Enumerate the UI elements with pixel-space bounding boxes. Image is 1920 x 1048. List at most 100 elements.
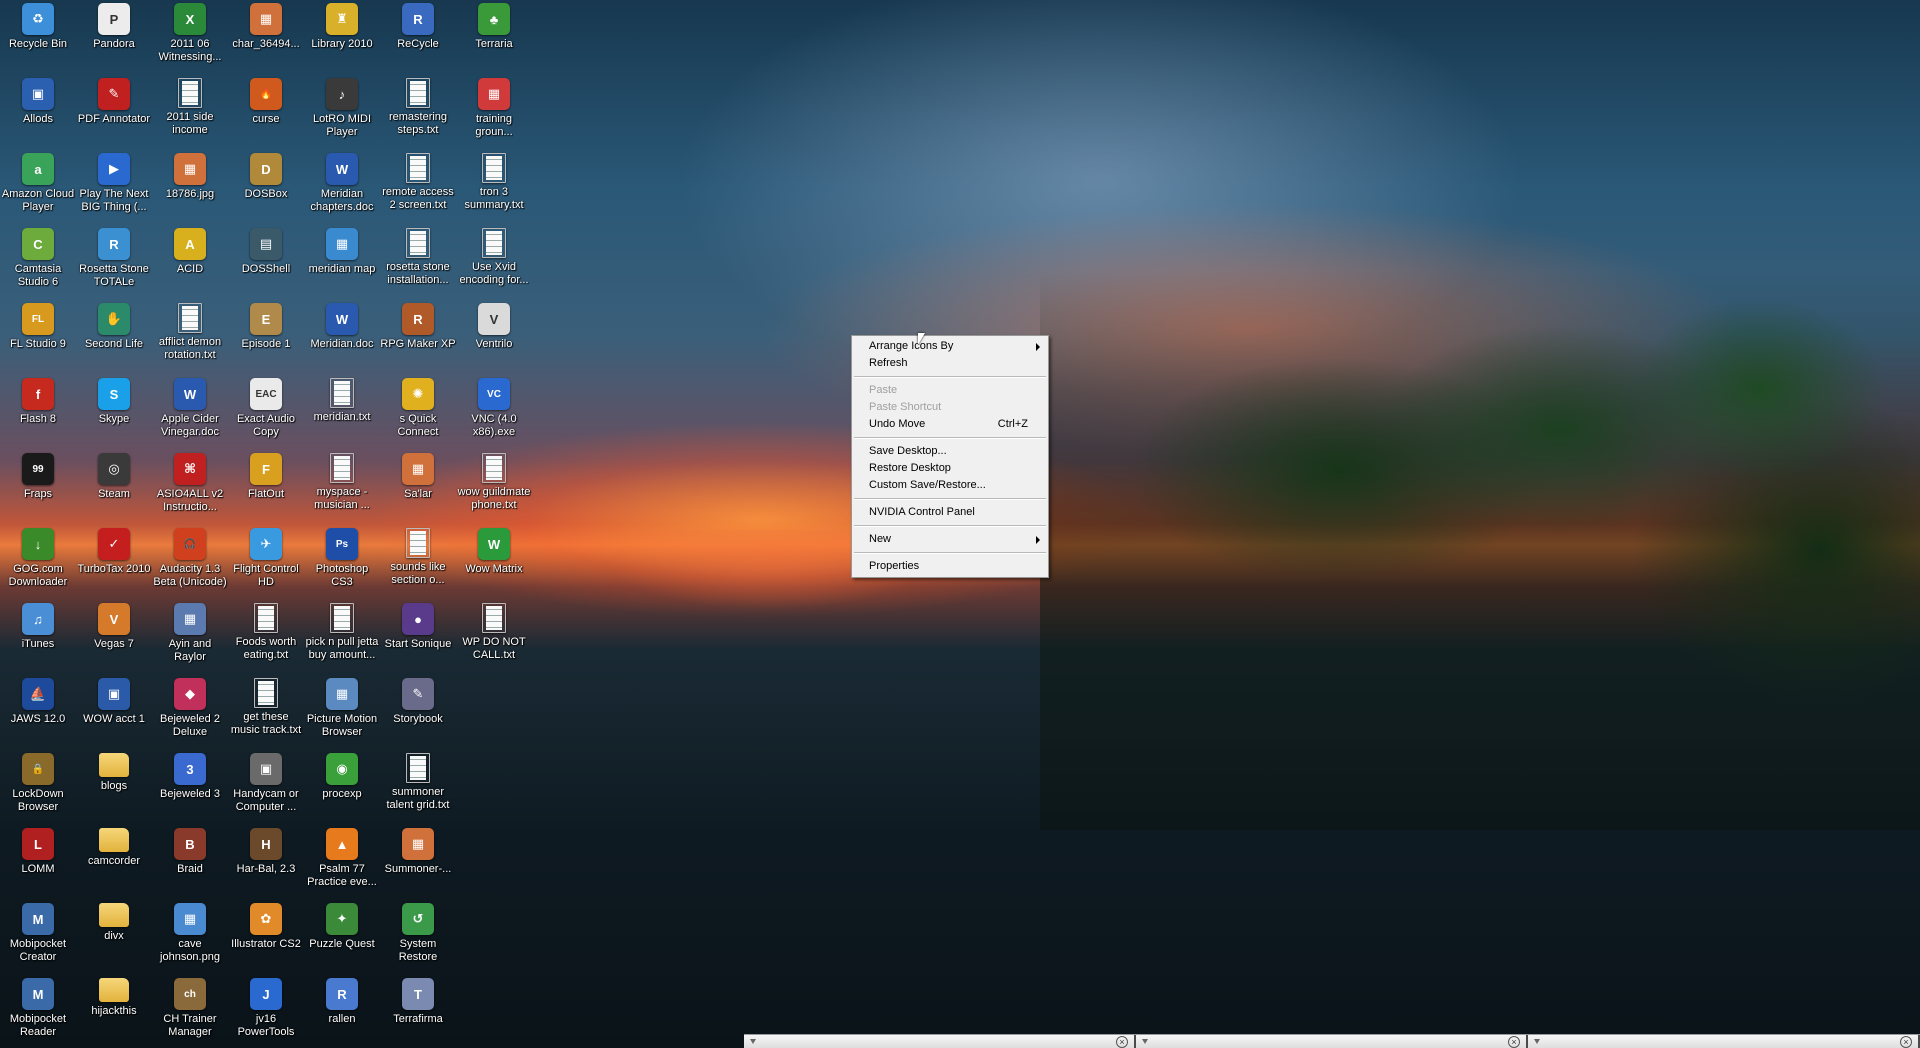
desktop-icon[interactable]: summoner talent grid.txt <box>380 753 456 812</box>
desktop-icon[interactable]: 🔥 curse <box>228 78 304 126</box>
desktop-icon[interactable]: ✺ s Quick Connect <box>380 378 456 439</box>
desktop-icon[interactable]: W Apple Cider Vinegar.doc <box>152 378 228 439</box>
desktop-icon[interactable]: Foods worth eating.txt <box>228 603 304 662</box>
desktop-icon[interactable]: P Pandora <box>76 3 152 51</box>
desktop-icon[interactable]: R RPG Maker XP <box>380 303 456 351</box>
desktop-icon[interactable]: ● Start Sonique <box>380 603 456 651</box>
desktop-icon[interactable]: pick n pull jetta buy amount... <box>304 603 380 662</box>
desktop-icon[interactable]: WP DO NOT CALL.txt <box>456 603 532 662</box>
desktop-icon[interactable]: W Meridian chapters.doc <box>304 153 380 214</box>
desktop-icon[interactable]: V Ventrilo <box>456 303 532 351</box>
desktop-icon[interactable]: ▦ 18786.jpg <box>152 153 228 201</box>
desktop-icon[interactable]: blogs <box>76 753 152 793</box>
desktop-icon[interactable]: ↺ System Restore <box>380 903 456 964</box>
desktop-icon[interactable]: ch CH Trainer Manager <box>152 978 228 1039</box>
desktop-icon[interactable]: ✎ PDF Annotator <box>76 78 152 126</box>
desktop-icon[interactable]: 3 Bejeweled 3 <box>152 753 228 801</box>
desktop-icon[interactable]: ▦ meridian map <box>304 228 380 276</box>
desktop-icon[interactable]: ♪ LotRO MIDI Player <box>304 78 380 139</box>
close-icon[interactable]: × <box>1116 1036 1128 1048</box>
desktop-icon[interactable]: ♣ Terraria <box>456 3 532 51</box>
desktop-icon[interactable]: L LOMM <box>0 828 76 876</box>
desktop-icon[interactable]: rosetta stone installation... <box>380 228 456 287</box>
desktop-icon[interactable]: camcorder <box>76 828 152 868</box>
menu-item-nvidia-control-panel[interactable]: NVIDIA Control Panel <box>852 504 1048 521</box>
desktop-icon[interactable]: W Wow Matrix <box>456 528 532 576</box>
desktop-icon[interactable]: ✦ Puzzle Quest <box>304 903 380 951</box>
desktop-icon[interactable]: tron 3 summary.txt <box>456 153 532 212</box>
toolbar-segment[interactable]: × <box>744 1035 1136 1048</box>
desktop-icon[interactable]: ▦ cave johnson.png <box>152 903 228 964</box>
menu-item-restore-desktop[interactable]: Restore Desktop <box>852 460 1048 477</box>
desktop-icon[interactable]: S Skype <box>76 378 152 426</box>
desktop[interactable]: ♻ Recycle Bin ▣ Allods a Amazon Cloud Player C… <box>0 0 1920 1048</box>
desktop-icon[interactable]: F FlatOut <box>228 453 304 501</box>
desktop-icon[interactable]: sounds like section o... <box>380 528 456 587</box>
menu-item-custom-save-restore[interactable]: Custom Save/Restore... <box>852 477 1048 494</box>
desktop-icon[interactable]: ✎ Storybook <box>380 678 456 726</box>
desktop-icon[interactable]: H Har-Bal, 2.3 <box>228 828 304 876</box>
desktop-icon[interactable]: ▲ Psalm 77 Practice eve... <box>304 828 380 889</box>
desktop-icon[interactable]: ✿ Illustrator CS2 <box>228 903 304 951</box>
desktop-icon[interactable]: Use Xvid encoding for... <box>456 228 532 287</box>
desktop-icon[interactable]: Rrallen <box>304 978 380 1026</box>
dropdown-arrow-icon[interactable] <box>1142 1039 1148 1044</box>
desktop-icon[interactable]: ▦ Summoner-... <box>380 828 456 876</box>
desktop-icon[interactable]: ◎ Steam <box>76 453 152 501</box>
desktop-icon[interactable]: R Rosetta Stone TOTALe <box>76 228 152 289</box>
dropdown-arrow-icon[interactable] <box>1534 1039 1540 1044</box>
desktop-icon[interactable]: myspace - musician ... <box>304 453 380 512</box>
desktop-icon[interactable]: ✓ TurboTax 2010 <box>76 528 152 576</box>
desktop-icon[interactable]: D DOSBox <box>228 153 304 201</box>
desktop-icon[interactable]: Jjv16 PowerTools <box>228 978 304 1039</box>
desktop-icon[interactable]: ♜ Library 2010 <box>304 3 380 51</box>
desktop-icon[interactable]: 🎧 Audacity 1.3 Beta (Unicode) <box>152 528 228 589</box>
desktop-icon[interactable]: ✋ Second Life <box>76 303 152 351</box>
desktop-icon[interactable]: ▦ training groun... <box>456 78 532 139</box>
desktop-icon[interactable]: B Braid <box>152 828 228 876</box>
desktop-icon[interactable]: ◉ procexp <box>304 753 380 801</box>
desktop-icon[interactable]: VC VNC (4.0 x86).exe <box>456 378 532 439</box>
desktop-icon[interactable]: ◆ Bejeweled 2 Deluxe <box>152 678 228 739</box>
desktop-icon[interactable]: E Episode 1 <box>228 303 304 351</box>
menu-item-arrange-icons-by[interactable]: Arrange Icons By <box>852 338 1048 355</box>
menu-item-save-desktop[interactable]: Save Desktop... <box>852 443 1048 460</box>
desktop-icon[interactable]: ▦ Picture Motion Browser <box>304 678 380 739</box>
toolbar-segment[interactable]: × <box>1528 1035 1920 1048</box>
desktop-icon[interactable]: divx <box>76 903 152 943</box>
desktop-icon[interactable]: ♻ Recycle Bin <box>0 3 76 51</box>
desktop-icon[interactable]: A ACID <box>152 228 228 276</box>
desktop-icon[interactable]: ▤ DOSShell <box>228 228 304 276</box>
desktop-icon[interactable]: 🔒 LockDown Browser <box>0 753 76 814</box>
desktop-icon[interactable]: hijackthis <box>76 978 152 1018</box>
desktop-icon[interactable]: Ps Photoshop CS3 <box>304 528 380 589</box>
desktop-icon[interactable]: wow guildmate phone.txt <box>456 453 532 512</box>
desktop-icon[interactable]: ▦ Sa'lar <box>380 453 456 501</box>
desktop-icon[interactable]: ↓ GOG.com Downloader <box>0 528 76 589</box>
desktop-icon[interactable]: ▦ Ayin and Raylor <box>152 603 228 664</box>
menu-item-refresh[interactable]: Refresh <box>852 355 1048 372</box>
menu-item-properties[interactable]: Properties <box>852 558 1048 575</box>
desktop-icon[interactable]: ⛵ JAWS 12.0 <box>0 678 76 726</box>
desktop-icon[interactable]: ✈ Flight Control HD <box>228 528 304 589</box>
desktop-icon[interactable]: C Camtasia Studio 6 <box>0 228 76 289</box>
desktop-icon[interactable]: ▦ char_36494... <box>228 3 304 51</box>
desktop-icon[interactable]: ⌘ ASIO4ALL v2 Instructio... <box>152 453 228 514</box>
desktop-icon[interactable]: M Mobipocket Creator <box>0 903 76 964</box>
desktop-icon[interactable]: ▶ Play The Next BIG Thing (... <box>76 153 152 214</box>
desktop-icon[interactable]: get these music track.txt <box>228 678 304 737</box>
desktop-icon[interactable]: meridian.txt <box>304 378 380 424</box>
dropdown-arrow-icon[interactable] <box>750 1039 756 1044</box>
menu-item-new[interactable]: New <box>852 531 1048 548</box>
desktop-icon[interactable]: afflict demon rotation.txt <box>152 303 228 362</box>
close-icon[interactable]: × <box>1508 1036 1520 1048</box>
menu-item-undo-move[interactable]: Undo Move Ctrl+Z <box>852 416 1048 433</box>
close-icon[interactable]: × <box>1900 1036 1912 1048</box>
desktop-icon[interactable]: a Amazon Cloud Player <box>0 153 76 214</box>
desktop-icon[interactable]: FL FL Studio 9 <box>0 303 76 351</box>
desktop-icon[interactable]: ♫ iTunes <box>0 603 76 651</box>
desktop-icon[interactable]: ▣ Handycam or Computer ... <box>228 753 304 814</box>
desktop-icon[interactable]: W Meridian.doc <box>304 303 380 351</box>
desktop-icon[interactable]: ▣ WOW acct 1 <box>76 678 152 726</box>
desktop-icon[interactable]: remastering steps.txt <box>380 78 456 137</box>
